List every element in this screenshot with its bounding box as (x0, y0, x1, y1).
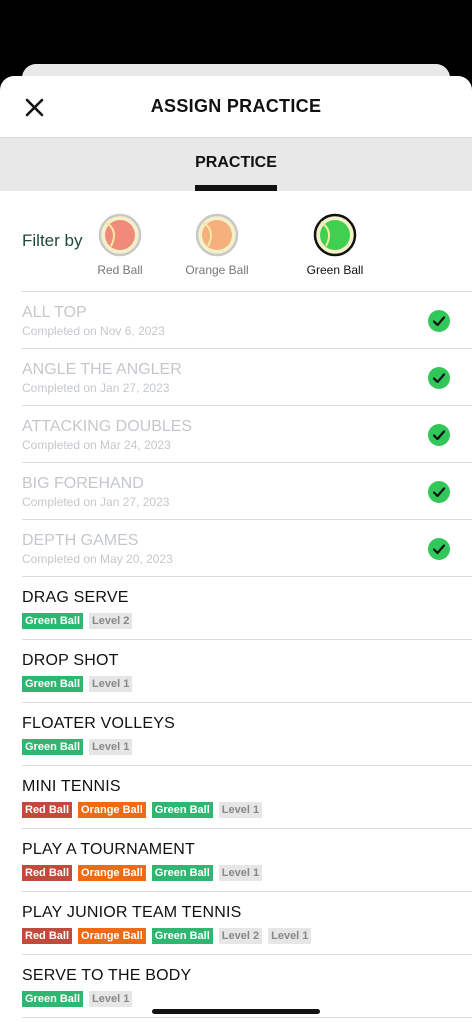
checkmark-icon (432, 316, 446, 327)
level-badge: Level 1 (268, 928, 312, 944)
practice-name: DRAG SERVE (22, 589, 129, 606)
practice-tags: Red Ball Orange Ball Green Ball Level 1 (22, 802, 263, 818)
practice-name: ALL TOP (22, 304, 87, 321)
practice-name: MINI TENNIS (22, 778, 121, 795)
ball-badge: Red Ball (22, 928, 73, 944)
completed-date: Completed on Jan 27, 2023 (22, 495, 170, 509)
practice-name: SERVE TO THE BODY (22, 967, 192, 984)
practice-row[interactable]: PLAY A TOURNAMENT Red Ball Orange Ball Gree… (22, 829, 472, 892)
practice-name: ATTACKING DOUBLES (22, 418, 193, 435)
level-badge: Level 2 (89, 613, 133, 629)
checkmark-icon (432, 544, 446, 555)
tab-bar: PRACTICE (0, 138, 472, 191)
practice-name: DROP SHOT (22, 652, 119, 669)
filter-ball-green-ball[interactable]: Green Ball (290, 213, 380, 277)
ball-badge: Green Ball (151, 802, 213, 818)
checkmark-icon (432, 430, 446, 441)
ball-badge: Green Ball (151, 865, 213, 881)
completed-date: Completed on May 20, 2023 (22, 552, 173, 566)
completed-practice-row[interactable]: DEPTH GAMES Completed on May 20, 2023 (22, 520, 472, 577)
completed-practice-row[interactable]: ANGLE THE ANGLER Completed on Jan 27, 202… (22, 349, 472, 406)
practice-name: ANGLE THE ANGLER (22, 361, 182, 378)
sheet-header: ASSIGN PRACTICE (0, 76, 472, 138)
tennis-ball-icon (313, 213, 357, 257)
completed-check (428, 538, 450, 560)
filter-ball-label: Green Ball (306, 263, 364, 277)
practice-row[interactable]: DROP SHOT Green Ball Level 1 (22, 640, 472, 703)
ball-filter: Filter by Red Ball Orange Ball Green Ball (22, 191, 472, 292)
close-button[interactable] (22, 95, 48, 121)
practice-tags: Green Ball Level 1 (22, 739, 133, 755)
ball-badge: Red Ball (22, 802, 73, 818)
practice-row[interactable]: DRAG SERVE Green Ball Level 2 (22, 577, 472, 640)
practice-tags: Green Ball Level 1 (22, 676, 133, 692)
level-badge: Level 1 (218, 865, 263, 881)
completed-check (428, 481, 450, 503)
ball-badge: Green Ball (22, 739, 84, 755)
filter-ball-label: Orange Ball (185, 263, 249, 277)
tab-practice[interactable]: PRACTICE (195, 138, 277, 191)
practice-row[interactable]: FLOATER VOLLEYS Green Ball Level 1 (22, 703, 472, 766)
practice-tags: Green Ball Level 2 (22, 613, 133, 629)
practice-name: PLAY JUNIOR TEAM TENNIS (22, 904, 242, 921)
practice-list: ALL TOP Completed on Nov 6, 2023 ANGLE THE… (22, 292, 472, 1018)
close-icon (25, 98, 44, 117)
checkmark-icon (432, 373, 446, 384)
completed-check (428, 424, 450, 446)
filter-ball-label: Red Ball (97, 263, 143, 277)
practice-name: BIG FOREHAND (22, 475, 144, 492)
ball-badge: Orange Ball (78, 928, 146, 944)
checkmark-icon (432, 487, 446, 498)
ball-badge: Green Ball (22, 991, 84, 1007)
level-badge: Level 1 (89, 991, 133, 1007)
assign-practice-sheet: ASSIGN PRACTICE PRACTICE Filter by Red B… (0, 76, 472, 1024)
completed-check (428, 310, 450, 332)
ball-badge: Green Ball (22, 676, 84, 692)
completed-date: Completed on Mar 24, 2023 (22, 438, 171, 452)
level-badge: Level 1 (218, 802, 263, 818)
ball-badge: Orange Ball (78, 865, 146, 881)
practice-row[interactable]: MINI TENNIS Red Ball Orange Ball Green Ball… (22, 766, 472, 829)
completed-practice-row[interactable]: BIG FOREHAND Completed on Jan 27, 2023 (22, 463, 472, 520)
practice-name: PLAY A TOURNAMENT (22, 841, 195, 858)
ball-badge: Orange Ball (78, 802, 146, 818)
practice-name: FLOATER VOLLEYS (22, 715, 175, 732)
tennis-ball-icon (98, 213, 142, 257)
completed-check (428, 367, 450, 389)
tab-practice-label: PRACTICE (195, 154, 277, 171)
level-badge: Level 2 (218, 928, 263, 944)
filter-ball-orange-ball[interactable]: Orange Ball (172, 213, 262, 277)
tennis-ball-icon (195, 213, 239, 257)
ball-badge: Green Ball (22, 613, 84, 629)
level-badge: Level 1 (89, 676, 133, 692)
completed-practice-row[interactable]: ALL TOP Completed on Nov 6, 2023 (22, 292, 472, 349)
practice-name: DEPTH GAMES (22, 532, 139, 549)
practice-tags: Red Ball Orange Ball Green Ball Level 1 (22, 865, 263, 881)
completed-date: Completed on Jan 27, 2023 (22, 381, 170, 395)
filter-ball-red-ball[interactable]: Red Ball (75, 213, 165, 277)
practice-row[interactable]: PLAY JUNIOR TEAM TENNIS Red Ball Orange Ba… (22, 892, 472, 955)
ball-badge: Green Ball (151, 928, 213, 944)
ball-badge: Red Ball (22, 865, 73, 881)
home-indicator (152, 1009, 320, 1014)
level-badge: Level 1 (89, 739, 133, 755)
completed-date: Completed on Nov 6, 2023 (22, 324, 165, 338)
filter-label: Filter by (22, 231, 83, 250)
completed-practice-row[interactable]: ATTACKING DOUBLES Completed on Mar 24, 20… (22, 406, 472, 463)
practice-tags: Green Ball Level 1 (22, 991, 133, 1007)
practice-tags: Red Ball Orange Ball Green Ball Level 2 Leve… (22, 928, 312, 944)
page-title: ASSIGN PRACTICE (150, 96, 322, 116)
